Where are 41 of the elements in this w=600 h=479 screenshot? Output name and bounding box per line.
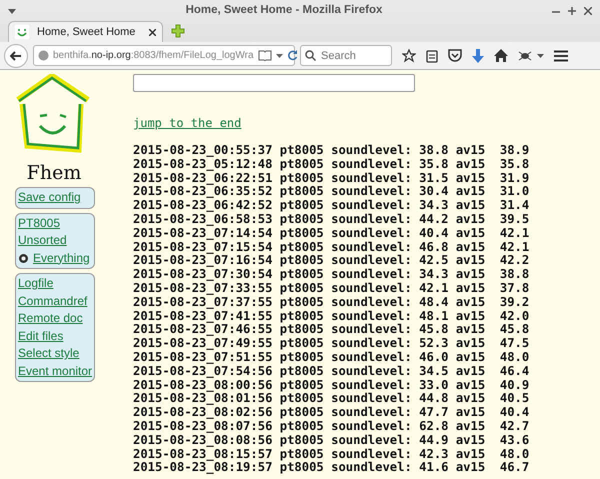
menu-link[interactable]: PT8005 [18,214,92,232]
log-line: 2015-08-23_08:15:57 pt8005 soundlevel: 42.3 av15 48.0 [133,448,530,462]
log-line: 2015-08-23_08:07:56 pt8005 soundlevel: 62.8 av15 42.7 [133,420,530,434]
log-line: 2015-08-23_08:01:56 pt8005 soundlevel: 44.8 av15 40.5 [133,392,530,406]
log-line: 2015-08-23_07:54:56 pt8005 soundlevel: 34.5 av15 46.4 [133,364,530,379]
window-title: Home, Sweet Home - Mozilla Firefox [186,4,382,16]
log-line: 2015-08-23_05:12:48 pt8005 soundlevel: 35.8 av15 35.8 [133,158,530,172]
logo-text: Fhem [26,164,82,183]
log-line: 2015-08-23_06:58:53 pt8005 soundlevel: 44.2 av15 39.5 [133,212,530,227]
log-line: 2015-08-23_06:42:52 pt8005 soundlevel: 34.3 av15 31.4 [133,199,530,213]
jump-link[interactable]: jump to the end [133,114,242,132]
log-line: 2015-08-23_07:46:55 pt8005 soundlevel: 45.8 av15 45.8 [133,323,530,338]
url-text: benthifa.no-ip.org:8083/fhem/FileLog_logWra [53,49,254,63]
log-line: 2015-08-23_07:16:54 pt8005 soundlevel: 42.5 av15 42.2 [133,254,530,268]
log-line: 2015-08-23_07:33:55 pt8005 soundlevel: 42.1 av15 37.8 [133,282,530,296]
menu-link[interactable]: Remote doc [18,310,92,328]
log-line: 2015-08-23_07:30:54 pt8005 soundlevel: 34.3 av15 38.8 [133,268,530,282]
search-field[interactable]: Search [300,45,392,66]
browser-tab[interactable]: Home, Sweet Home [8,21,163,42]
log-line: 2015-08-23_07:15:54 pt8005 soundlevel: 46.8 av15 42.1 [133,240,530,254]
menu-link[interactable]: Save config [18,189,92,206]
log-line: 2015-08-23_07:14:54 pt8005 soundlevel: 40.4 av15 42.1 [133,226,530,241]
menu-link[interactable]: Select style [18,345,92,362]
address-bar[interactable]: benthifa.no-ip.org:8083/fhem/FileLog_logWra [33,45,295,66]
menu-link[interactable]: Commandref [18,292,92,310]
log-line: 2015-08-23_07:37:55 pt8005 soundlevel: 48.4 av15 39.2 [133,296,530,310]
menu-link[interactable]: Event monitor [18,362,92,380]
menu-link[interactable]: Everything [18,250,92,267]
log-line: 2015-08-23_08:08:56 pt8005 soundlevel: 44.9 av15 43.6 [133,434,530,448]
log-line: 2015-08-23_08:00:56 pt8005 soundlevel: 33.0 av15 40.9 [133,378,530,392]
menu-link[interactable]: Unsorted [18,232,92,250]
log-line: 2015-08-23_06:35:52 pt8005 soundlevel: 30.4 av15 31.0 [133,185,530,200]
log-line: 2015-08-23_07:51:55 pt8005 soundlevel: 46.0 av15 48.0 [133,350,530,365]
menu-link[interactable]: Edit files [18,328,92,345]
log-line: 2015-08-23_08:02:56 pt8005 soundlevel: 47.7 av15 40.4 [133,406,530,420]
menu-link[interactable]: Logfile [18,275,92,292]
log-line: 2015-08-23_07:41:55 pt8005 soundlevel: 48.1 av15 42.0 [133,310,530,324]
log-line: 2015-08-23_08:19:57 pt8005 soundlevel: 41.6 av15 46.7 [133,461,530,476]
log-line: 2015-08-23_06:22:51 pt8005 soundlevel: 31.5 av15 31.9 [133,172,530,186]
log-line: 2015-08-23_07:49:55 pt8005 soundlevel: 52.3 av15 47.5 [133,337,530,351]
log-line: 2015-08-23_00:55:37 pt8005 soundlevel: 38.8 av15 38.9 [133,144,530,158]
